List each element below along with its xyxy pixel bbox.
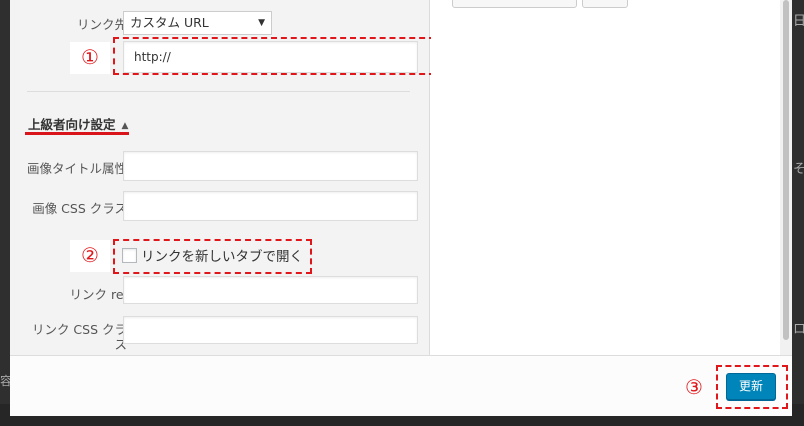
link-settings-pane: リンク先 カスタム URL ▼ http:// 上級者向け設定 ▲ 画像タイトル属… [10,0,435,355]
scrollbar-thumb[interactable] [783,0,789,340]
link-rel-input[interactable] [123,276,418,304]
link-rel-label: リンク rel [69,287,127,302]
background-fragment: ロ [793,322,804,337]
annotation-box-2 [113,239,312,274]
annotation-number-1: ① [70,42,110,74]
background-fragment: そ [793,162,804,177]
annotation-number-3: ③ [685,375,703,399]
image-title-attr-label: 画像タイトル属性 [26,161,127,176]
update-button[interactable]: 更新 [726,373,776,400]
triangle-up-icon: ▲ [121,121,129,131]
scrollbar[interactable] [780,0,792,355]
modal-footer: ③ [10,355,792,416]
annotation-underline [25,132,129,135]
annotation-box-1 [113,37,435,75]
advanced-settings-toggle[interactable]: 上級者向け設定 ▲ [28,114,128,133]
edit-original-button[interactable] [452,0,577,8]
link-to-label: リンク先 [76,17,127,32]
divider [27,91,410,92]
background-page-left: 容 [0,0,12,426]
image-css-class-label: 画像 CSS クラス [32,201,127,216]
background-page-right: 日 そ ロ [792,0,804,426]
link-css-class-label-line2: ス [114,337,127,352]
image-details-modal: リンク先 カスタム URL ▼ http:// 上級者向け設定 ▲ 画像タイトル属… [10,0,792,416]
link-css-class-label: リンク CSS クラ ス [32,322,127,352]
image-title-attr-input[interactable] [123,151,418,181]
image-css-class-input[interactable] [123,191,418,221]
background-fragment: 日 [793,14,804,29]
link-css-class-label-line1: リンク CSS クラ [31,322,127,337]
link-to-selected-value: カスタム URL [130,15,209,30]
advanced-settings-title: 上級者向け設定 [28,117,116,132]
link-to-select[interactable]: カスタム URL ▼ [123,11,272,35]
attachment-preview-pane [431,0,780,355]
link-css-class-input[interactable] [123,316,418,344]
replace-button[interactable] [582,0,628,8]
annotation-number-2: ② [70,240,110,272]
chevron-down-icon: ▼ [258,18,265,28]
